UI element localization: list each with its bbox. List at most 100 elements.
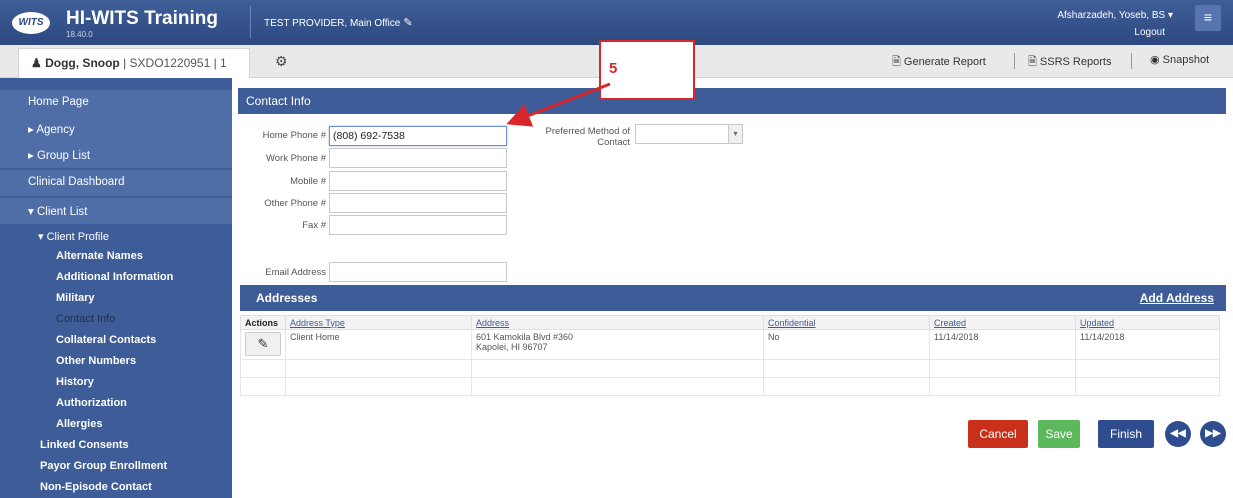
address-line2: Kapolei, HI 96707 <box>476 342 548 352</box>
column-header-actions: Actions <box>240 315 286 330</box>
mobile-input[interactable] <box>329 171 507 191</box>
email-input[interactable] <box>329 262 507 282</box>
client-id: | SXDO1220951 | 1 <box>119 56 227 70</box>
sidebar-item-agency[interactable]: ▸ Agency <box>0 116 232 142</box>
sidebar-item-authorization[interactable]: Authorization <box>56 397 127 409</box>
column-header-address[interactable]: Address <box>471 315 764 330</box>
user-menu[interactable]: Afsharzadeh, Yoseb, BS ▾ <box>1057 10 1173 21</box>
header-divider <box>250 6 251 38</box>
confidential-cell: No <box>763 329 930 360</box>
sidebar-item-allergies[interactable]: Allergies <box>56 418 102 430</box>
sidebar-item-non-episode-contact[interactable]: Non-Episode Contact <box>40 481 152 493</box>
contact-info-header: Contact Info <box>238 88 1226 114</box>
sidebar-item-payor-group-enrollment[interactable]: Payor Group Enrollment <box>40 460 167 472</box>
sidebar-item-collateral-contacts[interactable]: Collateral Contacts <box>56 334 156 346</box>
step-callout-box: 5 <box>599 40 695 100</box>
sidebar-item-military[interactable]: Military <box>56 292 95 304</box>
empty-cell <box>1075 359 1220 378</box>
column-header-updated[interactable]: Updated <box>1075 315 1220 330</box>
empty-cell <box>471 377 764 396</box>
empty-cell <box>240 359 286 378</box>
addresses-table: Actions Address Type Address Confidentia… <box>240 315 1220 396</box>
sidebar-item-alternate-names[interactable]: Alternate Names <box>56 250 143 262</box>
chevron-down-icon: ▾ <box>728 125 742 143</box>
app-version: 18.40.0 <box>66 30 93 39</box>
address-cell: 601 Kamokila Blvd #360 Kapolei, HI 96707 <box>471 329 764 360</box>
home-phone-label: Home Phone # <box>262 130 326 141</box>
sidebar: Home Page ▸ Agency ▸ Group List Clinical… <box>0 78 232 498</box>
document-icon: 🗎 <box>1028 56 1037 68</box>
next-record-icon[interactable]: ▶▶ <box>1200 421 1226 447</box>
provider-name: TEST PROVIDER, Main Office <box>264 18 401 29</box>
addresses-title: Addresses <box>256 291 318 305</box>
actions-cell: ✎ <box>240 329 286 360</box>
app-title: HI-WITS Training <box>66 8 218 29</box>
save-button[interactable]: Save <box>1038 420 1080 448</box>
column-header-confidential[interactable]: Confidential <box>763 315 930 330</box>
empty-cell <box>763 359 930 378</box>
empty-cell <box>471 359 764 378</box>
snapshot-button[interactable]: ◉ Snapshot <box>1150 53 1209 66</box>
updated-cell: 11/14/2018 <box>1075 329 1220 360</box>
addresses-header: Addresses Add Address <box>240 285 1226 311</box>
sidebar-item-clinical-dashboard[interactable]: Clinical Dashboard <box>0 170 232 196</box>
empty-cell <box>285 377 472 396</box>
finish-button[interactable]: Finish <box>1098 420 1154 448</box>
empty-cell <box>285 359 472 378</box>
sidebar-item-additional-information[interactable]: Additional Information <box>56 271 173 283</box>
sidebar-item-client-profile[interactable]: ▾ Client Profile <box>38 230 109 243</box>
work-phone-input[interactable] <box>329 148 507 168</box>
home-phone-input[interactable]: (808) 692-7538 <box>329 126 507 146</box>
sidebar-item-linked-consents[interactable]: Linked Consents <box>40 439 129 451</box>
other-phone-label: Other Phone # <box>264 198 326 209</box>
step-number: 5 <box>609 60 618 77</box>
pencil-icon[interactable]: ✎ <box>403 16 412 29</box>
fax-label: Fax # <box>302 220 326 231</box>
sidebar-item-client-list[interactable]: ▾ Client List <box>0 198 232 224</box>
gear-icon[interactable]: ⚙ <box>275 53 288 70</box>
logout-link[interactable]: Logout <box>1134 27 1165 38</box>
sidebar-item-contact-info[interactable]: Contact Info <box>56 313 115 325</box>
work-phone-label: Work Phone # <box>265 153 326 164</box>
sidebar-item-group-list[interactable]: ▸ Group List <box>0 142 232 168</box>
client-tab[interactable]: ♟ Dogg, Snoop | SXDO1220951 | 1 <box>18 48 250 78</box>
pencil-icon[interactable]: ✎ <box>245 332 281 356</box>
empty-cell <box>929 359 1076 378</box>
mobile-label: Mobile # <box>290 176 326 187</box>
cancel-button[interactable]: Cancel <box>968 420 1028 448</box>
snapshot-label: Snapshot <box>1162 54 1210 66</box>
email-label: Email Address <box>265 267 326 278</box>
document-icon: 🗎 <box>892 56 901 68</box>
preferred-contact-label-line1: Preferred Method of <box>545 126 631 137</box>
sidebar-item-home[interactable]: Home Page <box>0 90 232 116</box>
preferred-contact-select[interactable]: ▾ <box>635 124 743 144</box>
generate-report-button[interactable]: 🗎 Generate Report <box>892 53 986 72</box>
empty-cell <box>1075 377 1220 396</box>
provider-selector[interactable]: TEST PROVIDER, Main Office ✎ <box>264 16 413 29</box>
app-window: WITS HI-WITS Training 18.40.0 TEST PROVI… <box>0 0 1233 498</box>
address-line1: 601 Kamokila Blvd #360 <box>476 332 574 342</box>
ssrs-reports-button[interactable]: 🗎 SSRS Reports <box>1028 53 1111 72</box>
eye-icon: ◉ <box>1150 54 1160 66</box>
top-header: WITS HI-WITS Training 18.40.0 TEST PROVI… <box>0 0 1233 45</box>
address-type-cell: Client Home <box>285 329 472 360</box>
empty-cell <box>240 377 286 396</box>
add-address-link[interactable]: Add Address <box>1140 291 1214 305</box>
column-header-created[interactable]: Created <box>929 315 1076 330</box>
table-row <box>240 359 1220 378</box>
ssrs-reports-label: SSRS Reports <box>1039 56 1112 68</box>
generate-report-label: Generate Report <box>903 56 986 68</box>
sidebar-item-other-numbers[interactable]: Other Numbers <box>56 355 136 367</box>
previous-record-icon[interactable]: ◀◀ <box>1165 421 1191 447</box>
person-icon: ♟ <box>31 56 42 70</box>
fax-input[interactable] <box>329 215 507 235</box>
hamburger-menu-icon[interactable]: ≡ <box>1195 5 1221 31</box>
sidebar-item-history[interactable]: History <box>56 376 94 388</box>
toolbar-divider <box>1014 53 1015 69</box>
table-row <box>240 377 1220 396</box>
client-name: Dogg, Snoop <box>45 56 120 70</box>
created-cell: 11/14/2018 <box>929 329 1076 360</box>
column-header-address-type[interactable]: Address Type <box>285 315 472 330</box>
toolbar-divider <box>1131 53 1132 69</box>
other-phone-input[interactable] <box>329 193 507 213</box>
